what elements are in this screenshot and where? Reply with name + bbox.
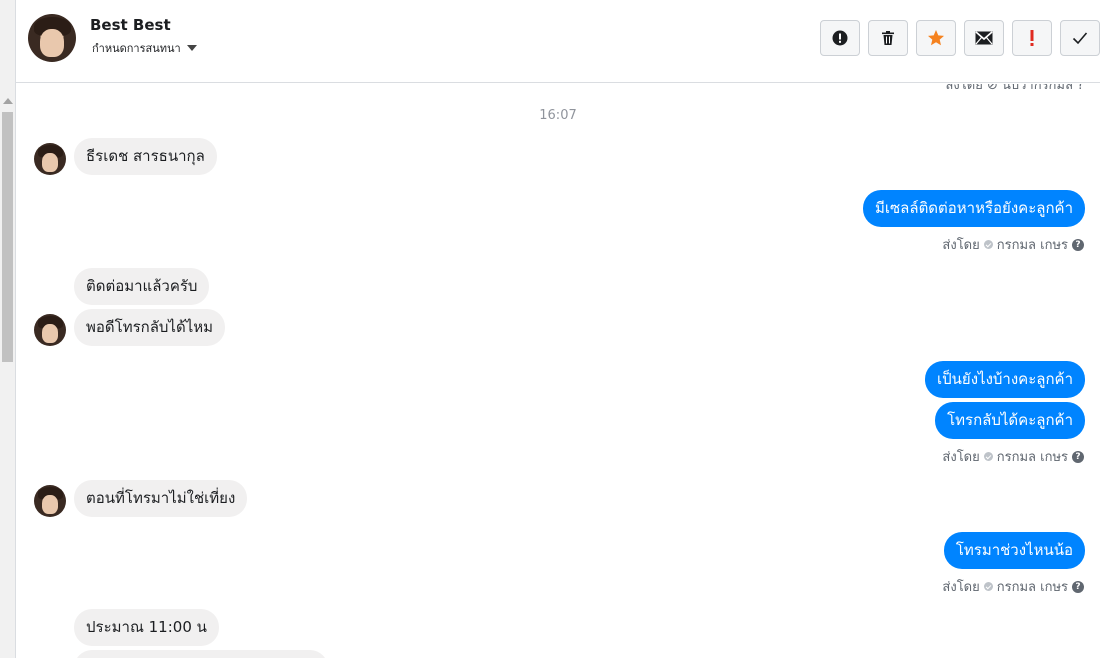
sent-by-info: ส่งโดย กรกมล เกษร ?	[942, 446, 1084, 467]
avatar[interactable]	[34, 485, 66, 517]
sent-check-icon	[983, 240, 993, 249]
check-icon	[1072, 32, 1088, 45]
help-icon[interactable]: ?	[1072, 238, 1084, 251]
message-bubble-outgoing[interactable]: โทรกลับได้คะลูกค้า	[935, 402, 1085, 439]
alert-circle-icon	[832, 30, 848, 46]
contact-name[interactable]: Best Best	[90, 16, 171, 34]
message-bubble-outgoing[interactable]: มีเซลล์ติดต่อหาหรือยังคะลูกค้า	[862, 190, 1085, 227]
sent-check-icon	[983, 452, 993, 461]
message-bubble-incoming[interactable]: ตอนที่โทรมาไม่ใช่เที่ยง	[74, 480, 248, 517]
sent-by-label: ส่งโดย	[942, 580, 980, 595]
exclamation-icon	[1030, 30, 1034, 46]
scrollbar-thumb[interactable]	[2, 112, 13, 362]
conversation-settings-dropdown[interactable]: กำหนดการสนทนา	[92, 39, 197, 57]
mark-spam-button[interactable]	[1012, 20, 1052, 56]
sent-by-label: ส่งโดย	[942, 238, 980, 253]
mark-done-button[interactable]	[1060, 20, 1100, 56]
mark-unread-button[interactable]	[964, 20, 1004, 56]
sent-by-name: กรกมล เกษร	[996, 450, 1068, 465]
scroll-up-icon[interactable]	[3, 98, 13, 104]
message-bubble-incoming[interactable]: ธีรเดช สารธนากุล	[74, 138, 217, 175]
delete-button[interactable]	[868, 20, 908, 56]
action-toolbar	[820, 20, 1100, 56]
help-icon[interactable]: ?	[1072, 450, 1084, 463]
avatar[interactable]	[28, 14, 76, 62]
messenger-app: Best Best กำหนดการสนทนา ส่งโดย ⊘ นับว่าก…	[0, 0, 1100, 658]
message-bubble-incoming-partial[interactable]	[74, 650, 328, 658]
sent-check-icon	[983, 582, 993, 591]
star-icon	[928, 30, 944, 46]
time-separator: 16:07	[539, 108, 577, 123]
avatar[interactable]	[34, 314, 66, 346]
message-bubble-outgoing[interactable]: เป็นยังไงบ้างคะลูกค้า	[925, 361, 1085, 398]
message-bubble-incoming[interactable]: ติดต่อมาแล้วครับ	[74, 268, 210, 305]
sent-by-info: ส่งโดย กรกมล เกษร ?	[942, 234, 1084, 255]
conversation-settings-label: กำหนดการสนทนา	[92, 42, 181, 55]
alert-button[interactable]	[820, 20, 860, 56]
conversation-header: Best Best กำหนดการสนทนา	[16, 0, 1100, 83]
envelope-icon	[975, 31, 993, 45]
trash-icon	[882, 31, 894, 45]
message-bubble-outgoing[interactable]: โทรมาช่วงไหนน้อ	[943, 532, 1085, 569]
sent-by-info: ส่งโดย กรกมล เกษร ?	[942, 576, 1084, 597]
sent-by-name: กรกมล เกษร	[996, 238, 1068, 253]
sent-by-name: กรกมล เกษร	[996, 580, 1068, 595]
left-scrollbar[interactable]	[0, 0, 16, 658]
help-icon[interactable]: ?	[1072, 580, 1084, 593]
message-thread[interactable]: ส่งโดย ⊘ นับว่ากรกมล ? 16:07 ธีรเดช สารธ…	[16, 84, 1100, 658]
sent-by-partial: ส่งโดย ⊘ นับว่ากรกมล ?	[945, 84, 1084, 93]
chevron-down-icon	[186, 45, 197, 51]
message-bubble-incoming[interactable]: ประมาณ 11:00 น	[74, 609, 219, 646]
message-bubble-incoming[interactable]: พอดีโทรกลับได้ไหม	[74, 309, 226, 346]
star-button[interactable]	[916, 20, 956, 56]
avatar[interactable]	[34, 143, 66, 175]
sent-by-label: ส่งโดย	[942, 450, 980, 465]
